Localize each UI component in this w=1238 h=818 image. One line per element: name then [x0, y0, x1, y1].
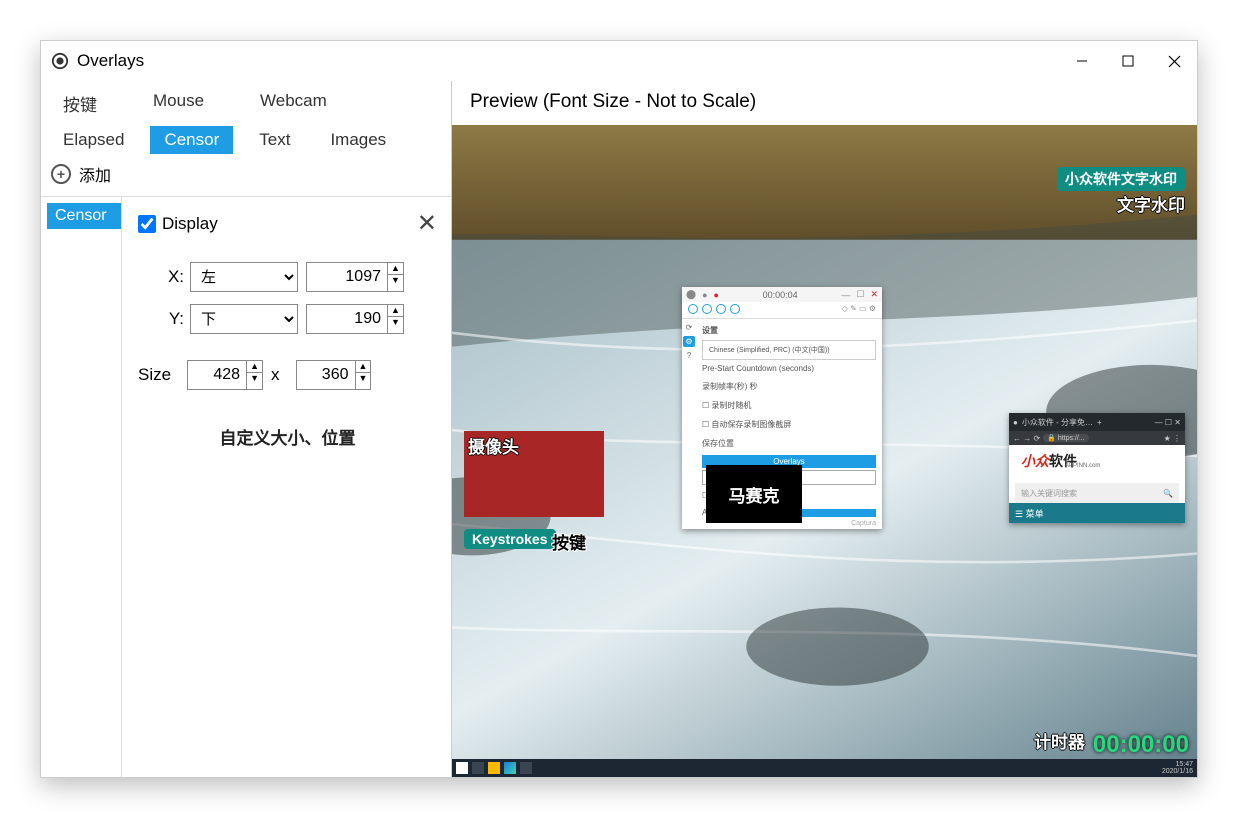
y-value-input[interactable]: ▲▼ [306, 304, 404, 334]
preview-header: Preview (Font Size - Not to Scale) [452, 81, 1197, 125]
tab-row-2: Elapsed Censor Text Images [41, 120, 451, 154]
mosaic-label: 马赛克 [729, 482, 780, 507]
spin-up-icon[interactable]: ▲ [388, 263, 403, 275]
y-label: Y: [138, 309, 184, 329]
x-label: X: [138, 267, 184, 287]
display-checkbox[interactable]: Display [138, 214, 218, 234]
keystrokes-badge: Keystrokes [464, 529, 556, 549]
tab-mouse[interactable]: Mouse [139, 87, 218, 120]
spin-down-icon[interactable]: ▼ [356, 373, 371, 384]
tab-text[interactable]: Text [245, 126, 304, 154]
keystrokes-label: 按键 [552, 529, 586, 554]
display-label: Display [162, 214, 218, 234]
window-title: Overlays [77, 51, 144, 71]
titlebar: Overlays [41, 41, 1197, 81]
maximize-button[interactable] [1105, 43, 1151, 79]
y-anchor-select[interactable]: 下 [190, 304, 298, 334]
app-icon [51, 52, 69, 70]
webcam-label: 摄像头 [468, 433, 519, 458]
mosaic-overlay-box: 马赛克 [706, 465, 802, 523]
size-label: Size [138, 365, 171, 385]
tab-censor[interactable]: Censor [150, 126, 233, 154]
app-window: Overlays 按键 Mouse Webcam Elapsed Censor … [40, 40, 1198, 778]
spin-up-icon[interactable]: ▲ [388, 305, 403, 317]
preview-canvas: 小众软件文字水印 文字水印 摄像头 Keystrokes 按键 ⬤●● 00:0… [452, 125, 1197, 777]
browser-window: ● 小众软件 - 分享免… + — ☐ ✕ ← → ⟳ 🔒 https://..… [1009, 413, 1185, 523]
text-watermark-badge: 小众软件文字水印 [1057, 167, 1185, 191]
close-button[interactable] [1151, 43, 1197, 79]
text-watermark-label: 文字水印 [1117, 191, 1185, 216]
spin-down-icon[interactable]: ▼ [388, 317, 403, 328]
height-input[interactable]: ▲▼ [296, 360, 372, 390]
x-value-input[interactable]: ▲▼ [306, 262, 404, 292]
spin-down-icon[interactable]: ▼ [388, 275, 403, 286]
tab-row-1: 按键 Mouse Webcam [41, 81, 451, 120]
spin-down-icon[interactable]: ▼ [247, 373, 262, 384]
list-item-censor[interactable]: Censor [47, 203, 121, 229]
x-anchor-select[interactable]: 左 [190, 262, 298, 292]
tip-text: 自定义大小、位置 [138, 424, 437, 449]
minimize-button[interactable] [1059, 43, 1105, 79]
taskbar: 15:47 2020/1/16 [452, 759, 1197, 777]
remove-overlay-button[interactable]: ✕ [417, 209, 437, 238]
add-icon[interactable]: + [51, 164, 71, 184]
tab-webcam[interactable]: Webcam [246, 87, 341, 120]
tab-elapsed[interactable]: Elapsed [49, 126, 138, 154]
size-separator: x [271, 365, 280, 385]
tab-images[interactable]: Images [316, 126, 400, 154]
tab-keys[interactable]: 按键 [49, 87, 111, 120]
timer-value: 00:00:00 [1093, 731, 1189, 759]
width-input[interactable]: ▲▼ [187, 360, 263, 390]
timer-label: 计时器 [1034, 728, 1085, 753]
spin-up-icon[interactable]: ▲ [356, 361, 371, 373]
add-button-label[interactable]: 添加 [79, 162, 111, 186]
spin-up-icon[interactable]: ▲ [247, 361, 262, 373]
